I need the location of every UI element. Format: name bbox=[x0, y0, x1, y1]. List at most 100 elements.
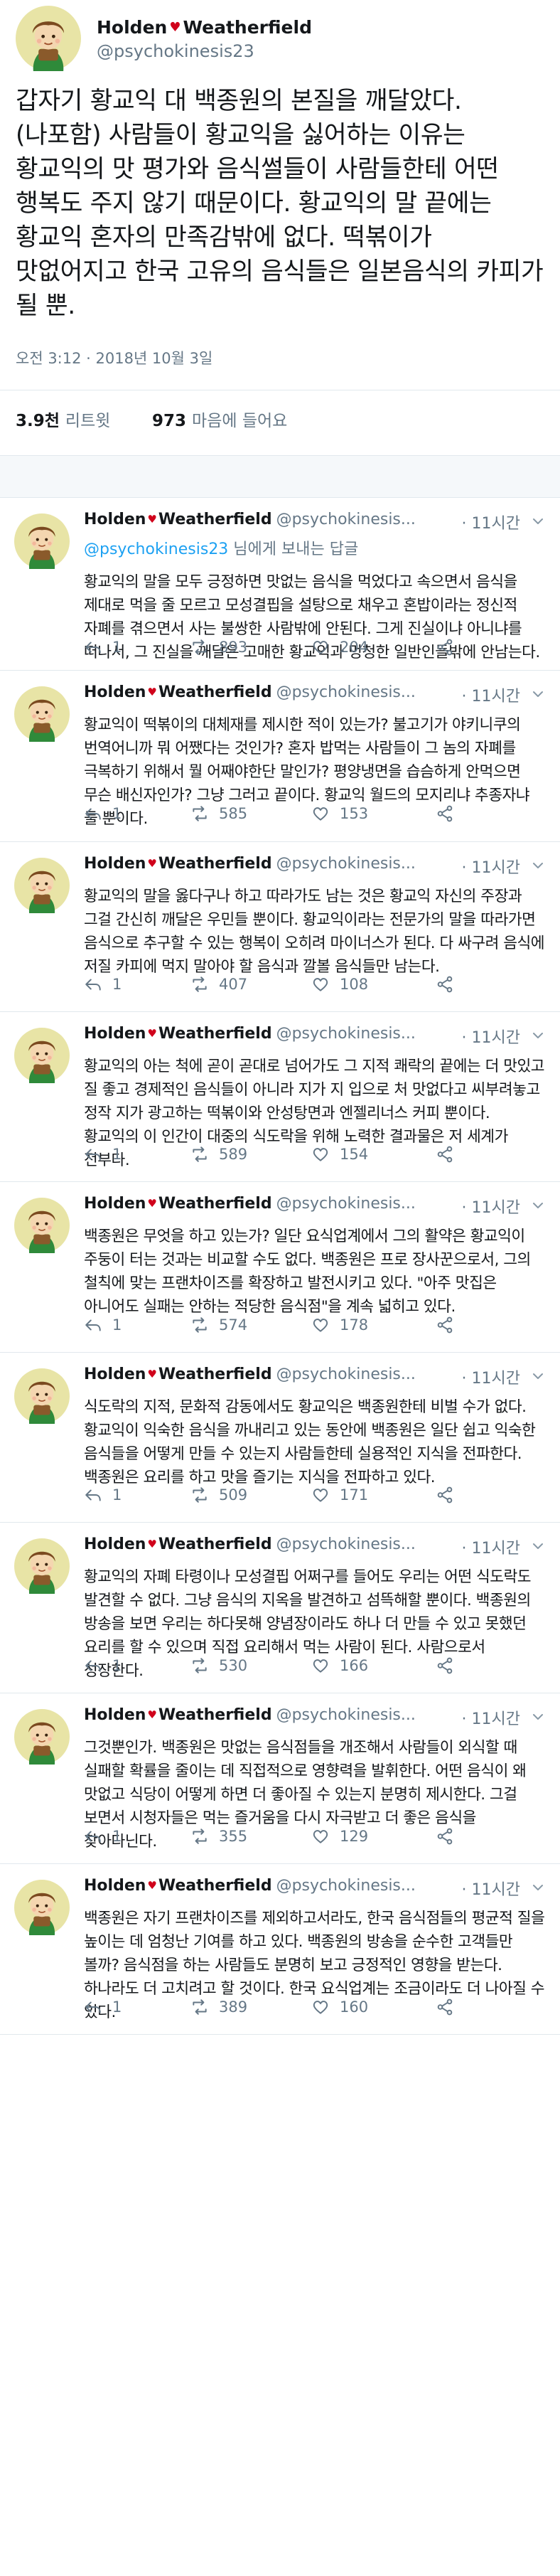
like-button[interactable]: 108 bbox=[311, 973, 368, 996]
reply-tweet[interactable]: Holden ♥Weatherfield @psychokinesis... · 11… bbox=[0, 671, 560, 842]
reply-button[interactable]: 1 bbox=[84, 1825, 122, 1848]
chevron-down-icon[interactable] bbox=[530, 1880, 546, 1895]
avatar[interactable] bbox=[14, 686, 70, 742]
retweet-button[interactable]: 574 bbox=[190, 1314, 247, 1336]
chevron-down-icon[interactable] bbox=[530, 1709, 546, 1725]
display-name-first[interactable]: Holden bbox=[84, 511, 146, 528]
time-ago[interactable]: · 11시간 bbox=[460, 1536, 520, 1558]
handle[interactable]: @psychokinesis23 bbox=[97, 41, 254, 61]
avatar[interactable] bbox=[14, 1709, 70, 1765]
share-button[interactable] bbox=[436, 1825, 464, 1848]
retweet-button[interactable]: 589 bbox=[190, 1143, 247, 1166]
display-name-second[interactable]: Weatherfield bbox=[158, 1025, 272, 1043]
retweet-button[interactable]: 509 bbox=[190, 1484, 247, 1506]
like-button[interactable]: 166 bbox=[311, 1654, 368, 1677]
time-ago[interactable]: · 11시간 bbox=[460, 1025, 520, 1048]
reply-button[interactable]: 1 bbox=[84, 1996, 122, 2018]
retweets-stat[interactable]: 3.9천 리트윗 bbox=[16, 412, 110, 430]
share-button[interactable] bbox=[436, 1143, 464, 1166]
display-name-first[interactable]: Holden bbox=[84, 1536, 146, 1553]
share-button[interactable] bbox=[436, 973, 464, 996]
retweet-button[interactable]: 585 bbox=[190, 802, 247, 825]
display-name-second[interactable]: Weatherfield bbox=[158, 683, 272, 701]
timestamp[interactable]: 오전 3:12 · 2018년 10월 3일 bbox=[16, 347, 212, 368]
time-ago[interactable]: · 11시간 bbox=[460, 1195, 520, 1218]
display-name-second[interactable]: Weatherfield bbox=[158, 855, 272, 873]
reply-tweet[interactable]: Holden ♥Weatherfield @psychokinesis... · 11… bbox=[0, 498, 560, 671]
share-button[interactable] bbox=[436, 1654, 464, 1677]
handle[interactable]: @psychokinesis... bbox=[276, 1366, 416, 1383]
display-name-second[interactable]: Weatherfield bbox=[158, 1877, 272, 1895]
share-button[interactable] bbox=[436, 636, 464, 659]
avatar[interactable] bbox=[14, 1198, 70, 1253]
like-button[interactable]: 160 bbox=[311, 1996, 368, 2018]
reply-tweet[interactable]: Holden ♥Weatherfield @psychokinesis... · 11… bbox=[0, 1182, 560, 1353]
share-button[interactable] bbox=[436, 802, 464, 825]
like-button[interactable]: 154 bbox=[311, 1143, 368, 1166]
retweet-button[interactable]: 893 bbox=[190, 636, 247, 659]
display-name-second[interactable]: Weatherfield bbox=[158, 1706, 272, 1724]
retweet-button[interactable]: 389 bbox=[190, 1996, 247, 2018]
time-ago[interactable]: · 11시간 bbox=[460, 855, 520, 878]
display-name-second[interactable]: Weatherfield bbox=[158, 511, 272, 528]
avatar[interactable] bbox=[14, 1368, 70, 1424]
like-button[interactable]: 129 bbox=[311, 1825, 368, 1848]
avatar[interactable] bbox=[14, 1028, 70, 1083]
avatar[interactable] bbox=[14, 513, 70, 569]
time-ago[interactable]: · 11시간 bbox=[460, 511, 520, 533]
likes-stat[interactable]: 973 마음에 들어요 bbox=[152, 412, 287, 430]
time-ago[interactable]: · 11시간 bbox=[460, 1366, 520, 1388]
share-button[interactable] bbox=[436, 1484, 464, 1506]
display-name[interactable]: Holden ♥ Weatherfield bbox=[97, 17, 312, 38]
reply-button[interactable]: 1 bbox=[84, 1654, 122, 1677]
avatar[interactable] bbox=[14, 858, 70, 913]
handle[interactable]: @psychokinesis... bbox=[276, 511, 416, 528]
display-name-first[interactable]: Holden bbox=[84, 855, 146, 873]
like-button[interactable]: 178 bbox=[311, 1314, 368, 1336]
chevron-down-icon[interactable] bbox=[530, 1198, 546, 1213]
display-name-second[interactable]: Weatherfield bbox=[158, 1366, 272, 1383]
reply-button[interactable]: 1 bbox=[84, 636, 122, 659]
like-button[interactable]: 204 bbox=[311, 636, 368, 659]
like-button[interactable]: 171 bbox=[311, 1484, 368, 1506]
time-ago[interactable]: · 11시간 bbox=[460, 1877, 520, 1900]
retweet-button[interactable]: 530 bbox=[190, 1654, 247, 1677]
avatar[interactable] bbox=[14, 1880, 70, 1935]
handle[interactable]: @psychokinesis... bbox=[276, 1536, 416, 1553]
handle[interactable]: @psychokinesis... bbox=[276, 683, 416, 701]
share-button[interactable] bbox=[436, 1996, 464, 2018]
chevron-down-icon[interactable] bbox=[530, 1028, 546, 1043]
reply-mention[interactable]: @psychokinesis23 bbox=[84, 541, 228, 558]
reply-button[interactable]: 1 bbox=[84, 1143, 122, 1166]
reply-button[interactable]: 1 bbox=[84, 1314, 122, 1336]
display-name-first[interactable]: Holden bbox=[84, 1195, 146, 1213]
chevron-down-icon[interactable] bbox=[530, 858, 546, 873]
reply-button[interactable]: 1 bbox=[84, 802, 122, 825]
retweet-button[interactable]: 407 bbox=[190, 973, 247, 996]
avatar[interactable] bbox=[16, 6, 81, 71]
reply-tweet[interactable]: Holden ♥Weatherfield @psychokinesis... · 11… bbox=[0, 1693, 560, 1864]
display-name-first[interactable]: Holden bbox=[84, 1877, 146, 1895]
avatar[interactable] bbox=[14, 1538, 70, 1594]
display-name-second[interactable]: Weatherfield bbox=[158, 1536, 272, 1553]
reply-tweet[interactable]: Holden ♥Weatherfield @psychokinesis... · 11… bbox=[0, 1353, 560, 1523]
reply-tweet[interactable]: Holden ♥Weatherfield @psychokinesis... · 11… bbox=[0, 1012, 560, 1182]
display-name-first[interactable]: Holden bbox=[84, 1706, 146, 1724]
reply-tweet[interactable]: Holden ♥Weatherfield @psychokinesis... · 11… bbox=[0, 1523, 560, 1693]
chevron-down-icon[interactable] bbox=[530, 1538, 546, 1554]
chevron-down-icon[interactable] bbox=[530, 513, 546, 529]
display-name-first[interactable]: Holden bbox=[84, 683, 146, 701]
time-ago[interactable]: · 11시간 bbox=[460, 683, 520, 706]
reply-tweet[interactable]: Holden ♥Weatherfield @psychokinesis... · 11… bbox=[0, 842, 560, 1012]
like-button[interactable]: 153 bbox=[311, 802, 368, 825]
retweet-button[interactable]: 355 bbox=[190, 1825, 247, 1848]
chevron-down-icon[interactable] bbox=[530, 1368, 546, 1384]
handle[interactable]: @psychokinesis... bbox=[276, 1877, 416, 1895]
handle[interactable]: @psychokinesis... bbox=[276, 1706, 416, 1724]
handle[interactable]: @psychokinesis... bbox=[276, 1195, 416, 1213]
display-name-second[interactable]: Weatherfield bbox=[158, 1195, 272, 1213]
reply-button[interactable]: 1 bbox=[84, 1484, 122, 1506]
display-name-first[interactable]: Holden bbox=[84, 1025, 146, 1043]
share-button[interactable] bbox=[436, 1314, 464, 1336]
handle[interactable]: @psychokinesis... bbox=[276, 1025, 416, 1043]
